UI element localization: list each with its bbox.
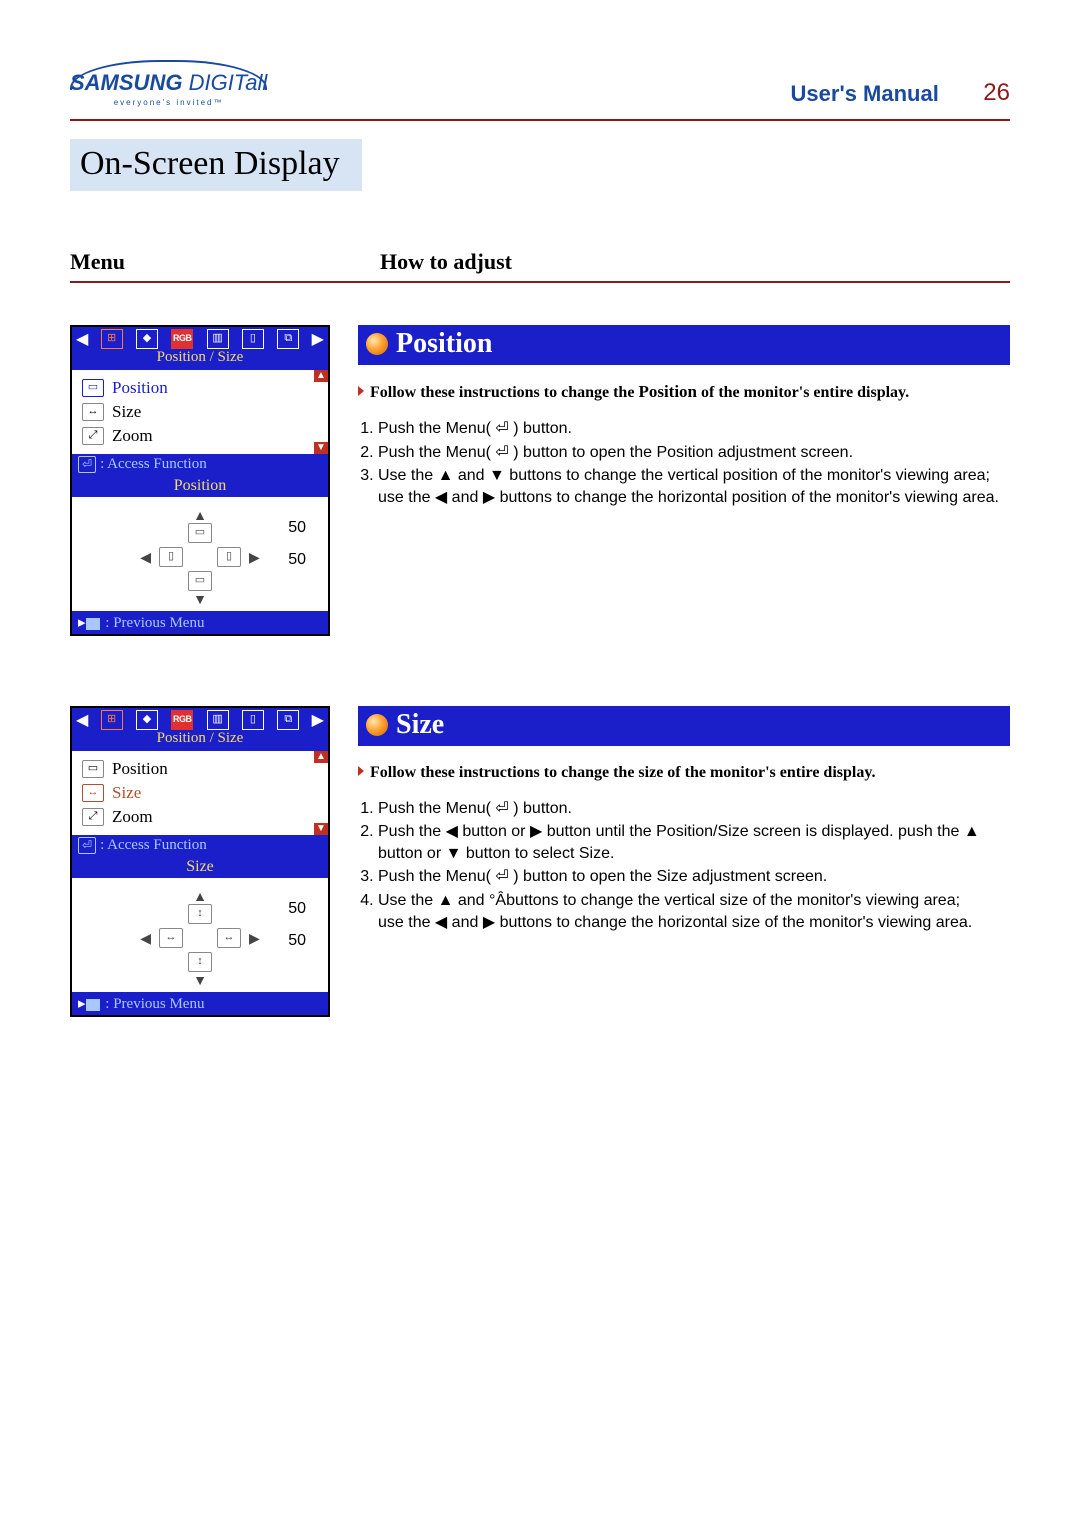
osd-tabbar: ◀ ⊞ ◆ RGB ▥ ▯ ⧉ ▶ [72,708,328,730]
arrow-left-icon: ◀ [140,549,151,566]
osd-scroll-down-icon: ▼ [314,823,328,835]
position-step-2: Push the Menu( ⏎ ) button to open the Po… [378,442,1010,464]
osd-value-h: 50 [288,519,306,537]
topic-header-position: Position [358,325,1010,365]
nav-right-icon: ▶ [312,329,324,349]
osd-item-zoom: ⤢ Zoom [72,805,328,829]
osd-access-function: ⏎: Access Function [72,835,328,856]
position-icon: ▭ [82,760,104,778]
osd-size-control: ▲ ↕ ◀ ↔ ↔ ▶ ↕ ▼ [78,888,322,988]
tab-icon-info: ⧉ [277,329,299,349]
move-right-icon: ▯ [217,547,241,567]
hsize-right-icon: ↔ [217,928,241,948]
exit-icon [86,999,100,1011]
exit-icon [86,618,100,630]
manual-title: User's Manual [791,81,939,106]
move-left-icon: ▯ [159,547,183,567]
osd-previous-menu: ▸ : Previous Menu [72,611,328,634]
tab-icon-possize: ⊞ [101,329,123,349]
size-lead: Follow these instructions to change the … [358,762,1010,784]
tab-icon-screen: ▥ [207,710,229,730]
enter-icon: ⏎ [78,837,96,854]
osd-screenshot-position: ◀ ⊞ ◆ RGB ▥ ▯ ⧉ ▶ Position / Size ▲ ▭ Po… [70,325,330,636]
osd-screenshot-size: ◀ ⊞ ◆ RGB ▥ ▯ ⧉ ▶ Position / Size ▲ ▭ Po… [70,706,330,1017]
arrow-down-icon: ▼ [193,591,207,607]
osd-access-function: ⏎: Access Function [72,454,328,475]
osd-item-position: ▭ Position [72,757,328,781]
tab-icon-info: ⧉ [277,710,299,730]
brand-tagline: everyone's invited™ [70,98,267,107]
osd-tabbar: ◀ ⊞ ◆ RGB ▥ ▯ ⧉ ▶ [72,327,328,349]
arrow-down-icon: ▼ [193,972,207,988]
arrow-up-icon: ▲ [193,507,207,523]
position-steps: Push the Menu( ⏎ ) button. Push the Menu… [358,418,1010,508]
osd-tab-label: Position / Size [72,730,328,751]
header-rule [70,119,1010,121]
vsize-icon: ↕ [188,904,212,924]
bullet-icon [366,333,388,355]
tab-icon-geometry: ◆ [136,710,158,730]
bullet-small-icon [358,766,364,776]
topic-title-size: Size [396,706,444,744]
tab-icon-possize: ⊞ [101,710,123,730]
arrow-right-icon: ▶ [249,930,260,947]
osd-item-zoom: ⤢ Zoom [72,424,328,448]
osd-scroll-up-icon: ▲ [314,370,328,382]
topic-title-position: Position [396,325,492,363]
tab-icon-geometry: ◆ [136,329,158,349]
arrow-up-icon: ▲ [193,888,207,904]
osd-scroll-down-icon: ▼ [314,442,328,454]
move-up-icon: ▭ [188,523,212,543]
size-step-4: Use the ▲ and °Âbuttons to change the ve… [378,890,1010,933]
tab-icon-advanced: ▯ [242,329,264,349]
position-icon: ▭ [82,379,104,397]
nav-right-icon: ▶ [312,710,324,730]
bullet-icon [366,714,388,736]
osd-position-control: ▲ ▭ ◀ ▯ ▯ ▶ ▭ ▼ [78,507,322,607]
enter-icon: ⏎ [78,456,96,473]
osd-panel-title: Size [72,856,328,878]
size-steps: Push the Menu( ⏎ ) button. Push the ◀ bu… [358,798,1010,934]
zoom-icon: ⤢ [82,808,104,826]
position-step-3: Use the ▲ and ▼ buttons to change the ve… [378,465,1010,508]
osd-value-v: 50 [288,551,306,569]
zoom-icon: ⤢ [82,427,104,445]
arrow-right-icon: ▶ [249,549,260,566]
tab-icon-color: RGB [171,710,193,730]
move-down-icon: ▭ [188,571,212,591]
osd-item-size: ↔ Size [72,400,328,424]
osd-tab-label: Position / Size [72,349,328,370]
section-title: On-Screen Display [70,139,362,191]
tab-icon-advanced: ▯ [242,710,264,730]
osd-panel-title: Position [72,475,328,497]
arrow-left-icon: ◀ [140,930,151,947]
nav-left-icon: ◀ [76,329,88,349]
tab-icon-color: RGB [171,329,193,349]
vsize-down-icon: ↕ [188,952,212,972]
osd-item-position: ▭ Position [72,376,328,400]
bullet-small-icon [358,386,364,396]
page-number: 26 [983,79,1010,106]
size-step-3: Push the Menu( ⏎ ) button to open the Si… [378,866,1010,888]
size-step-2: Push the ◀ button or ▶ button until the … [378,821,1010,864]
nav-left-icon: ◀ [76,710,88,730]
osd-item-size: ↔ Size [72,781,328,805]
size-icon: ↔ [82,784,104,802]
osd-scroll-up-icon: ▲ [314,751,328,763]
column-header-howto: How to adjust [380,249,1010,275]
columns-rule [70,281,1010,283]
hsize-left-icon: ↔ [159,928,183,948]
size-icon: ↔ [82,403,104,421]
size-step-1: Push the Menu( ⏎ ) button. [378,798,1010,820]
position-step-1: Push the Menu( ⏎ ) button. [378,418,1010,440]
position-lead: Follow these instructions to change the … [358,381,1010,404]
topic-header-size: Size [358,706,1010,746]
brand-logo: SAMSUNG DIGITall everyone's invited™ [70,70,267,107]
tab-icon-screen: ▥ [207,329,229,349]
osd-value-h: 50 [288,900,306,918]
osd-value-v: 50 [288,932,306,950]
osd-previous-menu: ▸ : Previous Menu [72,992,328,1015]
column-header-menu: Menu [70,249,380,275]
